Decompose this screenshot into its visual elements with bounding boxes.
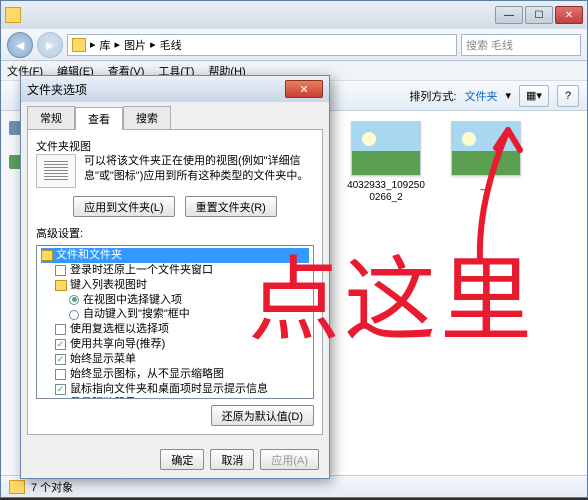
files-link[interactable]: 文件夹 xyxy=(464,88,497,104)
folder-icon xyxy=(72,38,86,52)
apply-button[interactable]: 应用(A) xyxy=(260,449,319,470)
tree-item[interactable]: ✓鼠标指向文件夹和桌面项时显示提示信息 xyxy=(41,382,309,397)
bc-lib[interactable]: 图片 xyxy=(124,37,146,53)
apply-to-folders-button[interactable]: 应用到文件夹(L) xyxy=(73,196,174,217)
radio-icon[interactable] xyxy=(69,310,79,320)
help-button[interactable]: ? xyxy=(557,85,579,107)
tab-general[interactable]: 常规 xyxy=(27,106,75,129)
tree-item[interactable]: 使用复选框以选择项 xyxy=(41,322,309,337)
checkbox-icon[interactable]: ✓ xyxy=(55,354,66,365)
dialog-close-button[interactable]: ✕ xyxy=(285,80,323,98)
folder-options-dialog: 文件夹选项 ✕ 常规 查看 搜索 文件夹视图 可以将该文件夹正在使用的视图(例如… xyxy=(20,75,330,479)
tree-item[interactable]: 登录时还原上一个文件夹窗口 xyxy=(41,263,309,278)
folderview-icon xyxy=(36,154,76,188)
thumbnail-item[interactable]: _2 xyxy=(446,121,526,204)
cancel-button[interactable]: 取消 xyxy=(210,449,254,470)
tree-item[interactable]: 自动键入到"搜索"框中 xyxy=(41,307,309,322)
checkbox-icon[interactable] xyxy=(55,265,66,276)
window-controls: — ☐ ✕ xyxy=(495,6,583,24)
checkbox-icon[interactable]: ✓ xyxy=(55,384,66,395)
checkbox-icon[interactable]: ✓ xyxy=(55,339,66,350)
advanced-tree[interactable]: 文件和文件夹 登录时还原上一个文件夹窗口 键入列表视图时 在视图中选择键入项 自… xyxy=(36,245,314,399)
advanced-label: 高级设置: xyxy=(36,225,314,241)
tree-item[interactable]: 始终显示图标，从不显示缩略图 xyxy=(41,367,309,382)
thumbnail-item[interactable]: 4032933_1092500266_2 xyxy=(346,121,426,204)
tab-search[interactable]: 搜索 xyxy=(123,106,171,129)
nav-bar: ◄ ► ▸ 库 ▸ 图片 ▸ 毛线 搜索 毛线 xyxy=(1,29,587,61)
folderview-desc: 可以将该文件夹正在使用的视图(例如"详细信息"或"图标")应用到所有这种类型的文… xyxy=(84,154,314,188)
sort-label: 排列方式: xyxy=(409,88,456,104)
view-mode-button[interactable]: ▦▾ xyxy=(519,85,549,107)
tree-item[interactable]: 在视图中选择键入项 xyxy=(41,293,309,308)
restore-defaults-button[interactable]: 还原为默认值(D) xyxy=(211,405,314,426)
window-icon xyxy=(5,7,21,23)
tree-item[interactable]: ✓始终显示菜单 xyxy=(41,352,309,367)
tree-item[interactable]: ✓显示驱动器号 xyxy=(41,396,309,399)
folderview-heading: 文件夹视图 xyxy=(36,138,314,154)
tree-item[interactable]: 键入列表视图时 xyxy=(41,278,309,293)
checkbox-icon[interactable] xyxy=(55,369,66,380)
tab-view[interactable]: 查看 xyxy=(75,107,123,130)
minimize-button[interactable]: — xyxy=(495,6,523,24)
dialog-titlebar: 文件夹选项 ✕ xyxy=(21,76,329,102)
image-icon xyxy=(451,121,521,176)
tree-item[interactable]: ✓使用共享向导(推荐) xyxy=(41,337,309,352)
checkbox-icon[interactable]: ✓ xyxy=(55,398,66,399)
checkbox-icon[interactable] xyxy=(55,324,66,335)
bc-folder[interactable]: 毛线 xyxy=(160,37,182,53)
titlebar: — ☐ ✕ xyxy=(1,1,587,29)
dialog-button-row: 确定 取消 应用(A) xyxy=(21,441,329,478)
reset-folders-button[interactable]: 重置文件夹(R) xyxy=(185,196,277,217)
bc-root[interactable]: 库 xyxy=(100,37,111,53)
tab-panel-view: 文件夹视图 可以将该文件夹正在使用的视图(例如"详细信息"或"图标")应用到所有… xyxy=(27,129,323,435)
breadcrumb[interactable]: ▸ 库 ▸ 图片 ▸ 毛线 xyxy=(67,34,457,56)
tab-strip: 常规 查看 搜索 xyxy=(21,102,329,129)
close-button[interactable]: ✕ xyxy=(555,6,583,24)
dialog-title: 文件夹选项 xyxy=(27,81,285,98)
status-count: 7 个对象 xyxy=(31,479,73,495)
image-icon xyxy=(351,121,421,176)
ok-button[interactable]: 确定 xyxy=(160,449,204,470)
forward-button[interactable]: ► xyxy=(37,32,63,58)
back-button[interactable]: ◄ xyxy=(7,32,33,58)
folder-icon xyxy=(9,480,25,494)
maximize-button[interactable]: ☐ xyxy=(525,6,553,24)
folder-icon xyxy=(41,250,53,261)
folder-icon xyxy=(55,280,67,291)
tree-root[interactable]: 文件和文件夹 xyxy=(41,248,309,263)
radio-icon[interactable] xyxy=(69,295,79,305)
search-input[interactable]: 搜索 毛线 xyxy=(461,34,581,56)
